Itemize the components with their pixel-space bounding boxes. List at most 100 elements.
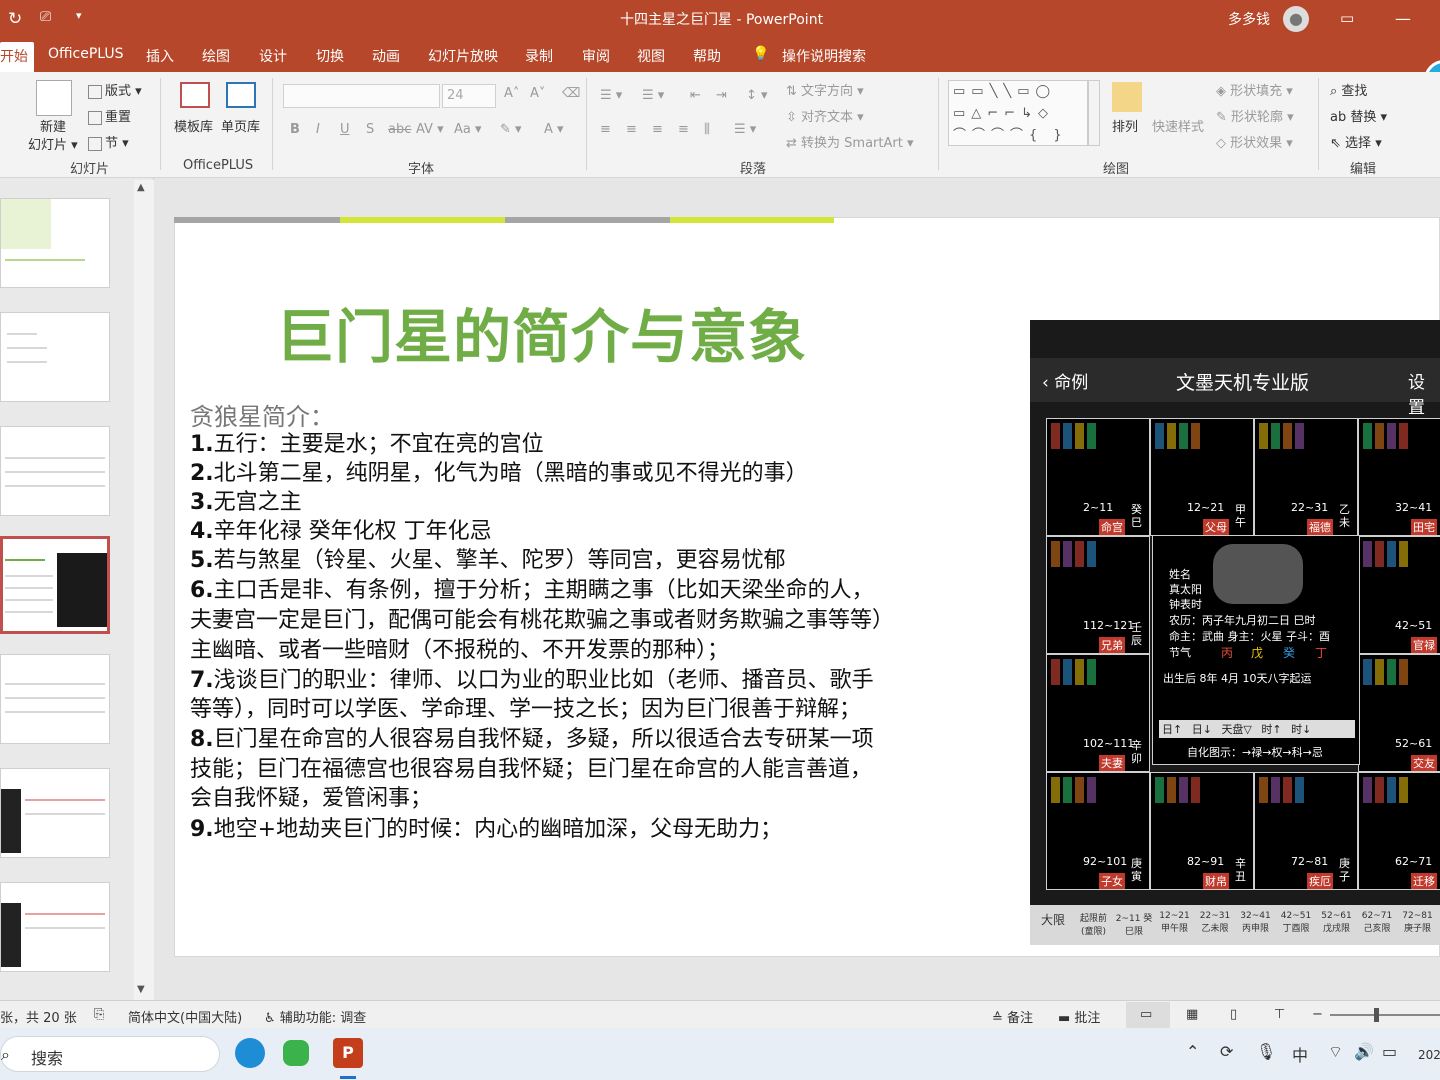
present-icon[interactable]: ⎚ [40, 9, 51, 25]
smartart-button[interactable]: ⇄ 转换为 SmartArt ▾ [786, 132, 914, 151]
find-button[interactable]: ⌕ 查找 [1330, 80, 1367, 99]
notes-button[interactable]: ≙ 备注 [992, 1007, 1033, 1026]
clock-text[interactable]: 202 [1418, 1048, 1440, 1062]
single-page-button[interactable]: 单页库 [221, 116, 260, 135]
new-slide-icon[interactable] [36, 80, 72, 116]
underline-icon[interactable]: U [340, 122, 350, 137]
volume-icon[interactable]: 🔊 [1354, 1042, 1374, 1061]
sync-icon[interactable]: ⟳ [1220, 1042, 1233, 1061]
justify-icon[interactable]: ≡ [678, 122, 689, 137]
increase-font-icon[interactable]: A˄ [504, 86, 519, 101]
align-center-icon[interactable]: ≡ [626, 122, 637, 137]
tab-slideshow[interactable]: 幻灯片放映 [428, 46, 498, 66]
tab-record[interactable]: 录制 [525, 46, 553, 66]
chevron-up-icon[interactable]: ⌃ [1186, 1042, 1199, 1061]
microphone-icon[interactable]: 🎙 [1256, 1042, 1276, 1061]
quick-styles-button[interactable]: 快速样式 [1152, 116, 1204, 135]
avatar[interactable]: ● [1283, 6, 1309, 32]
zoom-thumb[interactable] [1374, 1008, 1379, 1022]
tab-home[interactable]: 开始 [0, 42, 34, 74]
change-case-icon[interactable]: Aa ▾ [454, 122, 482, 137]
ime-indicator[interactable]: 中 [1292, 1042, 1308, 1066]
zoom-out-icon[interactable]: − [1312, 1007, 1323, 1022]
shape-fill-button[interactable]: ◈ 形状填充 ▾ [1216, 80, 1293, 99]
wechat-icon[interactable] [283, 1040, 309, 1066]
battery-icon[interactable]: ▭ [1382, 1042, 1397, 1061]
slide-thumbnail[interactable] [0, 312, 110, 402]
clear-format-icon[interactable]: ⌫ [562, 86, 580, 101]
shadow-icon[interactable]: S [366, 122, 374, 137]
tab-insert[interactable]: 插入 [146, 46, 174, 66]
reset-button[interactable]: 重置 [88, 106, 131, 125]
tab-transitions[interactable]: 切换 [316, 46, 344, 66]
shape-outline-button[interactable]: ✎ 形状轮廓 ▾ [1216, 106, 1294, 125]
tab-draw[interactable]: 绘图 [202, 46, 230, 66]
user-name[interactable]: 多多钱 [1228, 9, 1270, 29]
italic-icon[interactable]: I [316, 122, 320, 137]
ribbon-display-icon[interactable]: ▭ [1340, 9, 1354, 27]
tab-review[interactable]: 审阅 [582, 46, 610, 66]
spellcheck-icon[interactable]: ⎘ [94, 1007, 104, 1022]
shapes-scroll[interactable] [1088, 80, 1100, 146]
replace-button[interactable]: ab 替换 ▾ [1330, 106, 1387, 125]
scroll-up-icon[interactable]: ▲ [137, 182, 145, 193]
tab-help[interactable]: 帮助 [693, 46, 721, 66]
decrease-indent-icon[interactable]: ⇤ [690, 88, 701, 103]
template-button[interactable]: 模板库 [174, 116, 213, 135]
thumbnail-scrollbar[interactable]: ▲ ▼ [134, 180, 154, 1000]
layout-button[interactable]: 版式 ▾ [88, 80, 142, 99]
scroll-down-icon[interactable]: ▼ [137, 984, 145, 995]
wifi-icon[interactable]: ⌔ [1328, 1042, 1343, 1062]
ziwei-chart-image[interactable]: ‹ 命例 文墨天机专业版 设置 2~11 命宫 癸巳 12~21 父母 甲午 22~31 福德… [1030, 320, 1440, 945]
reading-view-icon[interactable]: ▯ [1230, 1007, 1237, 1022]
numbering-icon[interactable]: ☰ ▾ [642, 88, 664, 103]
slide-thumbnail[interactable] [0, 426, 110, 516]
bullets-icon[interactable]: ☰ ▾ [600, 88, 622, 103]
autosave-icon[interactable]: ↻ [8, 9, 22, 29]
template-icon[interactable] [180, 82, 210, 108]
slide-subtitle[interactable]: 贪狼星简介： [190, 397, 334, 432]
tab-view[interactable]: 视图 [637, 46, 665, 66]
highlight-icon[interactable]: ✎ ▾ [500, 122, 522, 137]
slide-thumbnail-selected[interactable] [0, 536, 110, 634]
powerpoint-icon[interactable]: P [333, 1038, 363, 1068]
decrease-font-icon[interactable]: A˅ [530, 86, 545, 101]
new-slide-button[interactable]: 新建 [40, 116, 66, 135]
font-color-icon[interactable]: A ▾ [544, 122, 564, 137]
slideshow-view-icon[interactable]: ⊤ [1274, 1007, 1285, 1022]
accessibility-status[interactable]: ♿ 辅助功能: 调查 [264, 1007, 366, 1026]
line-spacing-icon[interactable]: ↕ ▾ [746, 88, 768, 103]
language-status[interactable]: 简体中文(中国大陆) [128, 1007, 242, 1026]
quick-access-dropdown[interactable]: ▾ [76, 9, 82, 22]
arrange-icon[interactable] [1112, 82, 1142, 112]
select-button[interactable]: ⇖ 选择 ▾ [1330, 132, 1382, 151]
slide-thumbnail[interactable] [0, 198, 110, 288]
section-button[interactable]: 节 ▾ [88, 132, 129, 151]
tab-design[interactable]: 设计 [259, 46, 287, 66]
new-slide-dropdown[interactable]: 幻灯片 ▾ [28, 134, 78, 153]
char-spacing-icon[interactable]: AV ▾ [416, 122, 444, 137]
align-left-icon[interactable]: ≡ [600, 122, 611, 137]
slide-thumbnail[interactable] [0, 882, 110, 972]
comments-button[interactable]: ▬ 批注 [1058, 1007, 1100, 1026]
tab-animations[interactable]: 动画 [372, 46, 400, 66]
edge-icon[interactable] [235, 1038, 265, 1068]
shapes-gallery[interactable]: ▭▭╲╲▭◯ ▭△⌐⌐↳◇ ⌒⌒⌒⌒{ } [948, 80, 1088, 146]
strikethrough-icon[interactable]: abc [388, 122, 411, 137]
tab-officeplus[interactable]: OfficePLUS [48, 46, 124, 62]
font-name-input[interactable] [283, 84, 440, 108]
shape-effects-button[interactable]: ◇ 形状效果 ▾ [1216, 132, 1293, 151]
tell-me-search[interactable]: 操作说明搜索 [782, 46, 866, 66]
text-direction-button[interactable]: ⇅ 文字方向 ▾ [786, 80, 864, 99]
columns-icon[interactable]: ⫼ [704, 122, 710, 137]
slide-thumbnail[interactable] [0, 654, 110, 744]
increase-indent-icon[interactable]: ⇥ [716, 88, 727, 103]
single-page-icon[interactable] [226, 82, 256, 108]
align-right-icon[interactable]: ≡ [652, 122, 663, 137]
zoom-slider[interactable] [1330, 1014, 1440, 1016]
slide-title[interactable]: 巨门星的简介与意象 [276, 290, 807, 374]
sorter-view-icon[interactable]: ▦ [1186, 1007, 1198, 1022]
slide-thumbnail[interactable] [0, 768, 110, 858]
font-size-input[interactable]: 24 [442, 84, 496, 108]
minimize-icon[interactable]: — [1395, 9, 1411, 28]
